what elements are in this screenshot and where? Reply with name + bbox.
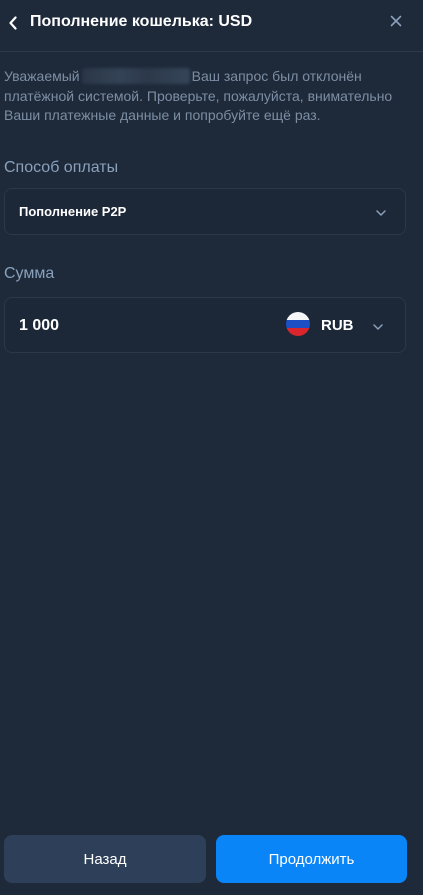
close-icon xyxy=(390,15,402,27)
back-button[interactable]: Назад xyxy=(4,835,206,883)
close-button[interactable] xyxy=(386,11,406,31)
chevron-down-icon xyxy=(373,324,383,330)
deposit-panel: Пополнение кошелька: USD Уважаемый Ваш за… xyxy=(0,0,423,895)
message-greeting: Уважаемый xyxy=(4,68,80,84)
russia-flag-icon xyxy=(286,312,310,336)
currency-code: RUB xyxy=(321,317,354,334)
payment-method-select[interactable]: Пополнение P2P xyxy=(4,188,406,235)
amount-label: Сумма xyxy=(4,265,55,282)
payment-method-label: Способ оплаты xyxy=(4,159,119,176)
redacted-username xyxy=(81,68,190,84)
continue-button[interactable]: Продолжить xyxy=(216,835,407,883)
back-icon-button[interactable] xyxy=(2,12,24,34)
rejection-message: Уважаемый Ваш запрос был отклонён платёжн… xyxy=(4,67,404,126)
chevron-down-icon xyxy=(376,210,386,216)
chevron-left-icon xyxy=(9,16,17,30)
panel-header: Пополнение кошелька: USD xyxy=(0,0,423,52)
amount-input[interactable]: 1 000 RUB xyxy=(4,297,406,353)
amount-value[interactable]: 1 000 xyxy=(19,317,59,335)
page-title: Пополнение кошелька: USD xyxy=(30,13,253,30)
payment-method-value: Пополнение P2P xyxy=(19,204,127,219)
